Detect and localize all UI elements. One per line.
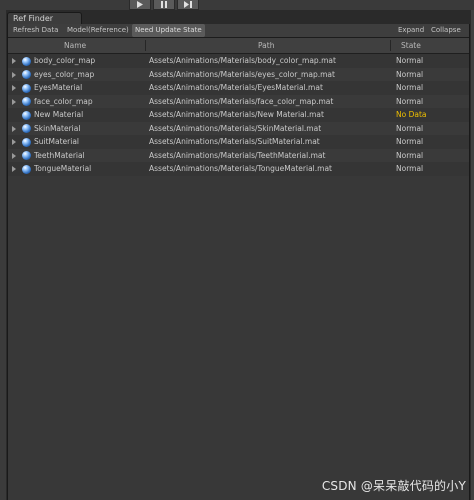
column-state[interactable]: State xyxy=(401,38,421,53)
asset-path: Assets/Animations/Materials/body_color_m… xyxy=(149,56,336,65)
asset-state: Normal xyxy=(396,56,424,65)
asset-path: Assets/Animations/Materials/eyes_color_m… xyxy=(149,69,335,79)
expand-arrow-icon[interactable] xyxy=(12,71,16,78)
list-item[interactable]: TongueMaterial Assets/Animations/Material… xyxy=(8,162,469,176)
list-item[interactable]: SkinMaterial Assets/Animations/Materials/… xyxy=(8,121,469,135)
empty-area xyxy=(8,176,469,500)
list-item[interactable]: eyes_color_map Assets/Animations/Material… xyxy=(8,67,469,81)
expand-arrow-icon[interactable] xyxy=(12,98,16,105)
asset-path: Assets/Animations/Materials/New Material… xyxy=(149,110,324,119)
asset-state: Normal xyxy=(396,137,424,146)
expand-arrow-icon[interactable] xyxy=(12,58,16,64)
asset-state: Normal xyxy=(396,83,424,92)
asset-name: body_color_map xyxy=(34,56,96,65)
asset-name: SkinMaterial xyxy=(34,123,81,133)
asset-path: Assets/Animations/Materials/TeethMateria… xyxy=(149,150,326,160)
asset-state: Normal xyxy=(396,69,424,79)
play-controls xyxy=(129,0,199,10)
asset-name: SuitMaterial xyxy=(34,137,80,146)
asset-name: TongueMaterial xyxy=(34,164,92,173)
material-sphere-icon xyxy=(22,137,31,147)
pause-button[interactable] xyxy=(153,0,175,10)
asset-path: Assets/Animations/Materials/SkinMaterial… xyxy=(149,123,322,133)
material-sphere-icon xyxy=(22,110,31,120)
expand-arrow-icon[interactable] xyxy=(12,139,16,145)
list-item[interactable]: body_color_map Assets/Animations/Material… xyxy=(8,54,469,68)
asset-state: Normal xyxy=(396,150,424,160)
material-sphere-icon xyxy=(22,97,31,106)
asset-path: Assets/Animations/Materials/EyesMaterial… xyxy=(149,83,323,92)
asset-name: EyesMaterial xyxy=(34,83,83,92)
column-divider[interactable] xyxy=(390,40,391,51)
scene-view-edge-left xyxy=(0,10,6,500)
list-item[interactable]: TeethMaterial Assets/Animations/Materials… xyxy=(8,148,469,162)
list-item[interactable]: New Material Assets/Animations/Materials/… xyxy=(8,108,469,122)
asset-list: body_color_map Assets/Animations/Material… xyxy=(8,54,469,176)
material-sphere-icon xyxy=(22,124,31,133)
watermark: CSDN @呆呆敲代码的小Y xyxy=(321,479,466,493)
pause-icon xyxy=(161,1,167,8)
column-name[interactable]: Name xyxy=(64,38,86,53)
asset-state: Normal xyxy=(396,96,424,106)
column-header: Name Path State xyxy=(8,38,469,54)
asset-name: New Material xyxy=(34,110,84,119)
play-button[interactable] xyxy=(129,0,151,10)
list-item[interactable]: EyesMaterial Assets/Animations/Materials/… xyxy=(8,81,469,95)
refresh-data-button[interactable]: Refresh Data xyxy=(13,24,58,37)
column-divider[interactable] xyxy=(145,40,146,51)
asset-name: TeethMaterial xyxy=(34,150,85,160)
asset-name: face_color_map xyxy=(34,96,93,106)
asset-state: No Data xyxy=(396,110,427,119)
list-item[interactable]: face_color_map Assets/Animations/Material… xyxy=(8,94,469,108)
list-item[interactable]: SuitMaterial Assets/Animations/Materials/… xyxy=(8,135,469,149)
asset-path: Assets/Animations/Materials/face_color_m… xyxy=(149,96,334,106)
expand-button[interactable]: Expand xyxy=(398,24,424,37)
step-button[interactable] xyxy=(177,0,199,10)
step-icon xyxy=(183,1,192,8)
collapse-button[interactable]: Collapse xyxy=(431,24,461,37)
toolbar: Refresh Data Model(Reference) Need Updat… xyxy=(8,24,469,38)
model-reference-button[interactable]: Model(Reference) xyxy=(67,24,129,37)
expand-arrow-icon[interactable] xyxy=(12,166,16,172)
asset-state: Normal xyxy=(396,123,424,133)
material-sphere-icon xyxy=(22,164,31,174)
column-path[interactable]: Path xyxy=(258,38,274,53)
ref-finder-window: Refresh Data Model(Reference) Need Updat… xyxy=(7,24,470,500)
asset-name: eyes_color_map xyxy=(34,69,95,79)
material-sphere-icon xyxy=(22,83,31,93)
expand-arrow-icon[interactable] xyxy=(12,125,16,132)
need-update-state-button[interactable]: Need Update State xyxy=(132,24,205,37)
asset-state: Normal xyxy=(396,164,424,173)
asset-path: Assets/Animations/Materials/TongueMateri… xyxy=(149,164,332,173)
material-sphere-icon xyxy=(22,151,31,160)
expand-arrow-icon[interactable] xyxy=(12,152,16,159)
play-icon xyxy=(137,1,143,8)
asset-path: Assets/Animations/Materials/SuitMaterial… xyxy=(149,137,320,146)
editor-top-strip xyxy=(0,0,474,10)
expand-arrow-icon[interactable] xyxy=(12,85,16,91)
material-sphere-icon xyxy=(22,56,31,66)
material-sphere-icon xyxy=(22,70,31,79)
